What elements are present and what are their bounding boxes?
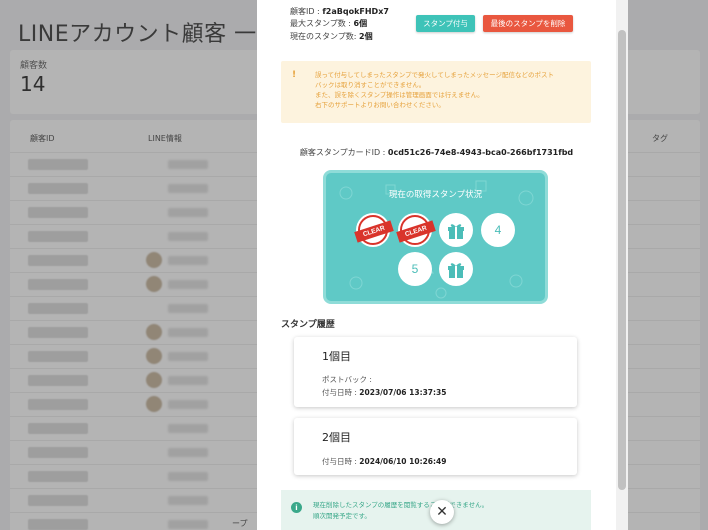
stamp-card-id-label: 顧客スタンプカードID :	[299, 148, 388, 157]
close-modal-button[interactable]: ✕	[430, 500, 454, 524]
stamp-card-id-line: 顧客スタンプカードID : 0cd51c26-74e8-4943-bca0-26…	[257, 147, 616, 158]
info-notice-text: 現在削除したスタンプの履歴を閲覧することができません。 順次開発予定です。	[313, 500, 488, 522]
current-stamps-line: 現在のスタンプ数: 2個	[290, 31, 373, 42]
history-card-2: 2個目 付与日時 : 2024/06/10 10:26:49	[294, 418, 577, 475]
stamp-card-title: 現在の取得スタンプ状況	[388, 190, 483, 200]
grant-stamp-button[interactable]: スタンプ付与	[416, 15, 475, 32]
modal-scrollbar[interactable]	[616, 0, 628, 530]
warning-line: 誤って付与してしまったスタンプで発火してしまったメッセージ配信などのポスト	[315, 71, 554, 79]
stamp-slot-1-clear: CLEAR	[354, 213, 394, 247]
gift-icon	[448, 263, 464, 278]
max-stamps-label: 最大スタンプ数 :	[290, 19, 354, 28]
info-line: 現在削除したスタンプの履歴を閲覧することができません。	[313, 501, 489, 509]
history-postback: ポストバック :	[322, 375, 372, 384]
delete-last-stamp-button[interactable]: 最後のスタンプを削除	[483, 15, 573, 32]
clear-badge-icon: CLEAR	[354, 215, 394, 245]
warning-line: 右下のサポートよりお問い合わせください。	[315, 101, 445, 109]
stamp-slot-5: 5	[398, 252, 432, 286]
stamp-detail-modal: 顧客ID : f2aBqokFHDx7 最大スタンプ数 : 6個 現在のスタンプ…	[257, 0, 628, 530]
stamp-slot-6-gift	[439, 252, 473, 286]
warning-text: 誤って付与してしまったスタンプで発火してしまったメッセージ配信などのポスト バッ…	[315, 70, 585, 110]
history-date-line: 付与日時 : 2024/06/10 10:26:49	[322, 456, 446, 467]
customer-id-label: 顧客ID :	[290, 7, 323, 16]
stamp-slot-2-clear: CLEAR	[396, 213, 436, 247]
history-date-value: 2024/06/10 10:26:49	[359, 457, 447, 466]
current-stamps-value: 2個	[359, 32, 373, 41]
stamp-card-id-value: 0cd51c26-74e8-4943-bca0-266bf1731fbd	[387, 148, 574, 157]
warning-line: バックは取り消すことができません。	[315, 81, 426, 89]
history-card-title: 1個目	[322, 350, 351, 363]
customer-id-value: f2aBqokFHDx7	[322, 7, 389, 16]
gift-icon	[448, 224, 464, 239]
warning-box: ! 誤って付与してしまったスタンプで発火してしまったメッセージ配信などのポスト …	[281, 61, 591, 123]
max-stamps-value: 6個	[353, 19, 368, 28]
history-date-line: 付与日時 : 2023/07/06 13:37:35	[322, 387, 446, 398]
history-card-1: 1個目 ポストバック : 付与日時 : 2023/07/06 13:37:35	[294, 337, 577, 407]
clear-badge-icon: CLEAR	[396, 215, 436, 245]
stamp-slot-4: 4	[481, 213, 515, 247]
warning-icon: !	[292, 70, 297, 80]
customer-id-line: 顧客ID : f2aBqokFHDx7	[290, 6, 389, 17]
info-line: 順次開発予定です。	[313, 512, 371, 520]
history-date-label: 付与日時 :	[322, 388, 360, 397]
stamp-slot-3-gift	[439, 213, 473, 247]
history-card-title: 2個目	[322, 431, 351, 444]
stamp-history-title: スタンプ履歴	[281, 320, 335, 330]
stamp-card: 現在の取得スタンプ状況 CLEAR CLEAR 4 5	[323, 170, 548, 304]
warning-line: また、誤を除くスタンプ操作は管理画面では行えません。	[315, 91, 484, 99]
close-icon: ✕	[436, 504, 448, 520]
max-stamps-line: 最大スタンプ数 : 6個	[290, 18, 367, 29]
modal-scrollbar-thumb[interactable]	[618, 30, 626, 490]
current-stamps-label: 現在のスタンプ数:	[290, 32, 359, 41]
history-date-label: 付与日時 :	[322, 457, 360, 466]
info-icon: i	[291, 502, 302, 513]
history-date-value: 2023/07/06 13:37:35	[359, 388, 447, 397]
